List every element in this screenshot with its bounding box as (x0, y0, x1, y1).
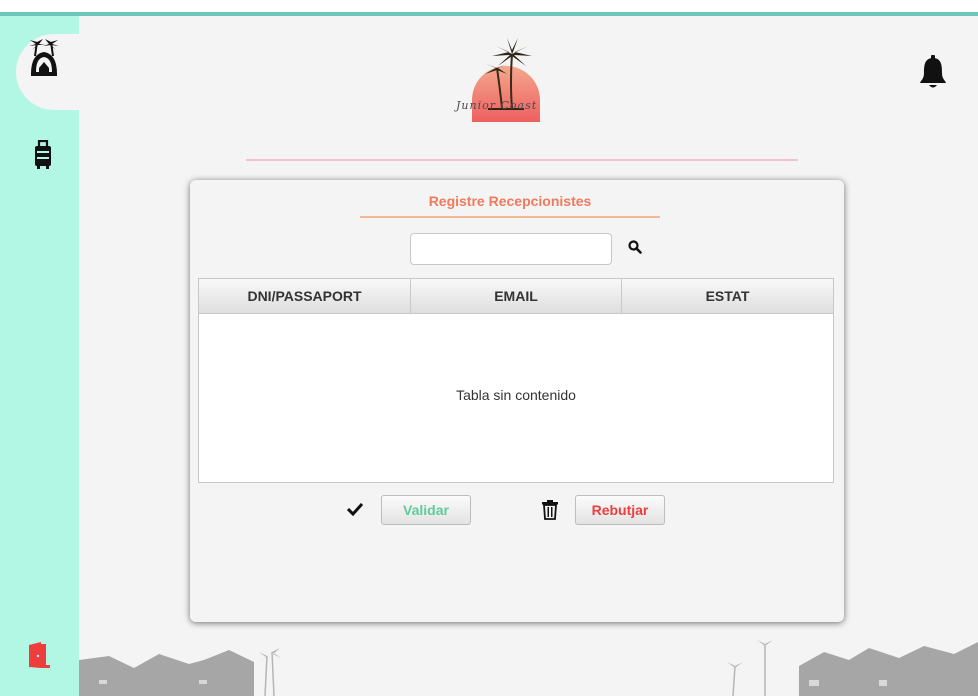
palm-trees-logo-icon (485, 38, 532, 110)
table-header: DNI/PASSAPORT EMAIL ESTAT (199, 279, 833, 314)
table-empty-message: Tabla sin contenido (456, 387, 576, 403)
column-header-dni[interactable]: DNI/PASSAPORT (199, 279, 411, 313)
panel-title: Registre Recepcionistes (428, 193, 592, 209)
header-divider (246, 159, 798, 161)
reject-button[interactable]: Rebutjar (575, 495, 665, 525)
receptionists-table: DNI/PASSAPORT EMAIL ESTAT Tabla sin cont… (198, 278, 834, 483)
sidebar (0, 16, 79, 696)
top-bar (0, 0, 978, 16)
validate-button[interactable]: Validar (381, 495, 471, 525)
logo-text: Junior Coast (456, 99, 538, 112)
bell-icon[interactable] (918, 55, 948, 91)
receptionists-panel: Registre Recepcionistes DNI/PASSAPORT EM… (190, 180, 844, 622)
column-header-email[interactable]: EMAIL (411, 279, 622, 313)
trash-icon (542, 500, 558, 520)
luggage-icon[interactable] (34, 140, 52, 170)
search-icon[interactable] (628, 240, 642, 254)
beach-houses-illustration (79, 640, 978, 696)
junior-coast-logo: Junior Coast (452, 34, 574, 134)
palm-house-icon[interactable] (28, 38, 60, 80)
title-underline (360, 216, 660, 218)
column-header-status[interactable]: ESTAT (622, 279, 833, 313)
check-icon (347, 502, 363, 516)
search-input[interactable] (410, 233, 612, 265)
exit-door-icon[interactable] (27, 641, 51, 669)
